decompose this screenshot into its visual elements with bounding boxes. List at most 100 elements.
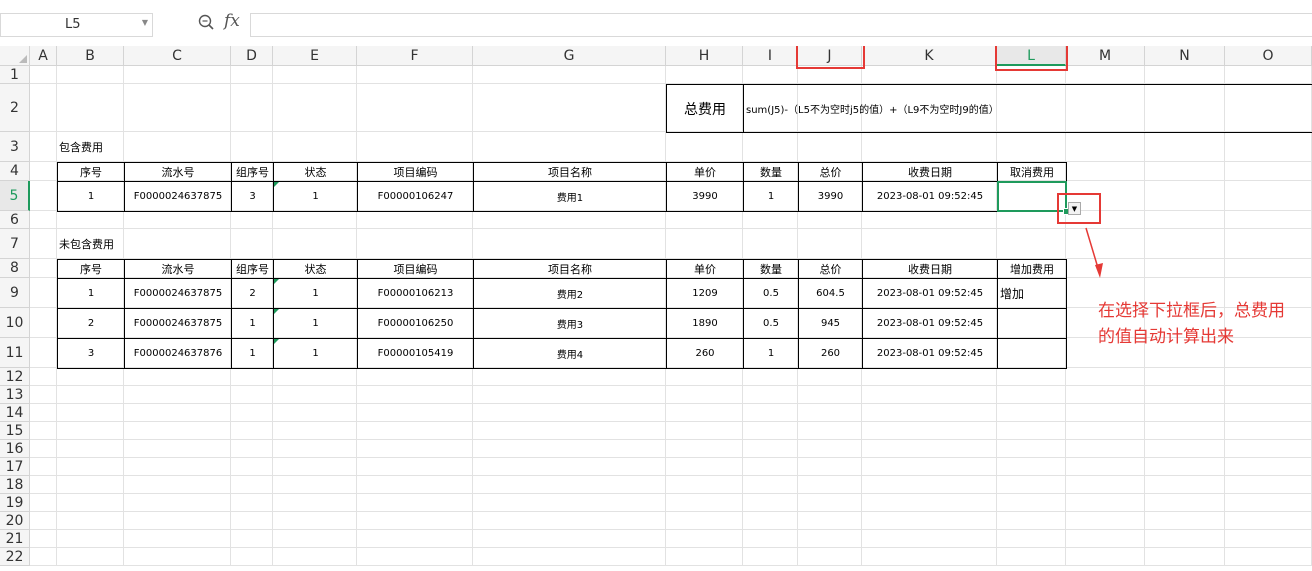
cell[interactable]: [57, 458, 124, 476]
row-header-10[interactable]: 10: [0, 308, 30, 338]
cell[interactable]: [743, 422, 798, 440]
table-cell[interactable]: 2023-08-01 09:52:45: [862, 181, 998, 212]
cell[interactable]: [273, 512, 357, 530]
row-header-7[interactable]: 7: [0, 229, 30, 259]
table-cell[interactable]: 1: [231, 308, 279, 339]
cell[interactable]: [997, 386, 1066, 404]
row-header-1[interactable]: 1: [0, 66, 30, 84]
cell[interactable]: [30, 259, 57, 278]
cell[interactable]: [231, 66, 273, 84]
table-cell[interactable]: 费用4: [473, 338, 667, 369]
table-cell[interactable]: F00000106247: [357, 181, 474, 212]
table-cell[interactable]: F00000106213: [357, 278, 474, 309]
cell[interactable]: [1145, 476, 1225, 494]
cell[interactable]: [273, 368, 357, 386]
cell[interactable]: [1225, 368, 1312, 386]
cell[interactable]: [798, 512, 862, 530]
zoom-icon[interactable]: [198, 14, 214, 30]
cell[interactable]: [997, 211, 1066, 229]
column-header-b[interactable]: B: [57, 46, 124, 66]
cell[interactable]: [862, 548, 997, 566]
cell[interactable]: [231, 422, 273, 440]
cell[interactable]: [273, 66, 357, 84]
cell[interactable]: [357, 211, 473, 229]
table-cell[interactable]: F0000024637876: [124, 338, 232, 369]
cell[interactable]: [1145, 162, 1225, 181]
cell[interactable]: [743, 386, 798, 404]
cell[interactable]: [30, 181, 57, 211]
cell[interactable]: [1225, 530, 1312, 548]
cell[interactable]: [473, 458, 666, 476]
cell[interactable]: [862, 458, 997, 476]
cell[interactable]: [862, 368, 997, 386]
cell[interactable]: [1145, 494, 1225, 512]
cell[interactable]: [1066, 458, 1145, 476]
cell[interactable]: [862, 404, 997, 422]
row-header-17[interactable]: 17: [0, 458, 30, 476]
cell[interactable]: [666, 476, 743, 494]
cell[interactable]: [743, 530, 798, 548]
cell[interactable]: [473, 386, 666, 404]
cell[interactable]: [30, 66, 57, 84]
table-cell[interactable]: 945: [798, 308, 863, 339]
cell[interactable]: [743, 404, 798, 422]
cell[interactable]: [743, 548, 798, 566]
row-header-20[interactable]: 20: [0, 512, 30, 530]
cell[interactable]: [1145, 229, 1225, 259]
table-cell[interactable]: 费用2: [473, 278, 667, 309]
column-header-o[interactable]: O: [1225, 46, 1312, 66]
column-header-a[interactable]: A: [30, 46, 57, 66]
cell[interactable]: [473, 229, 666, 259]
table-cell[interactable]: 1: [57, 278, 125, 309]
cell[interactable]: [743, 368, 798, 386]
table-cell[interactable]: [997, 338, 1067, 369]
cell[interactable]: [357, 84, 473, 132]
cell[interactable]: [473, 66, 666, 84]
cell[interactable]: [357, 440, 473, 458]
cell[interactable]: [273, 458, 357, 476]
cell[interactable]: [862, 440, 997, 458]
cell[interactable]: [1225, 476, 1312, 494]
cell[interactable]: [57, 211, 124, 229]
column-header-g[interactable]: G: [473, 46, 666, 66]
cell[interactable]: [473, 132, 666, 162]
row-header-9[interactable]: 9: [0, 278, 30, 308]
table-cell[interactable]: 3990: [666, 181, 744, 212]
table-cell[interactable]: 1: [743, 181, 799, 212]
cell[interactable]: [1145, 422, 1225, 440]
column-header-c[interactable]: C: [124, 46, 231, 66]
cell[interactable]: [357, 66, 473, 84]
cell[interactable]: [1066, 368, 1145, 386]
cell[interactable]: [1145, 548, 1225, 566]
cell[interactable]: [798, 368, 862, 386]
row-header-16[interactable]: 16: [0, 440, 30, 458]
formula-input[interactable]: [250, 13, 1312, 37]
cell[interactable]: [666, 132, 743, 162]
cell[interactable]: [124, 84, 231, 132]
cell[interactable]: [231, 386, 273, 404]
column-header-d[interactable]: D: [231, 46, 273, 66]
column-header-n[interactable]: N: [1145, 46, 1225, 66]
cell[interactable]: [124, 440, 231, 458]
cell[interactable]: [798, 458, 862, 476]
cell[interactable]: [862, 66, 997, 84]
cell[interactable]: [357, 386, 473, 404]
cell[interactable]: [57, 530, 124, 548]
row-header-2[interactable]: 2: [0, 84, 30, 132]
cell[interactable]: [1066, 229, 1145, 259]
cell[interactable]: [743, 512, 798, 530]
cell[interactable]: [743, 494, 798, 512]
cell[interactable]: [997, 440, 1066, 458]
cell[interactable]: [231, 211, 273, 229]
cell[interactable]: [997, 368, 1066, 386]
cell[interactable]: [1225, 494, 1312, 512]
cell[interactable]: [1225, 548, 1312, 566]
table-cell[interactable]: 604.5: [798, 278, 863, 309]
table-cell[interactable]: 1: [743, 338, 799, 369]
cell[interactable]: [743, 229, 798, 259]
cell[interactable]: [57, 548, 124, 566]
cell[interactable]: [357, 458, 473, 476]
column-header-e[interactable]: E: [273, 46, 357, 66]
cell[interactable]: [273, 476, 357, 494]
table-cell[interactable]: 2: [57, 308, 125, 339]
